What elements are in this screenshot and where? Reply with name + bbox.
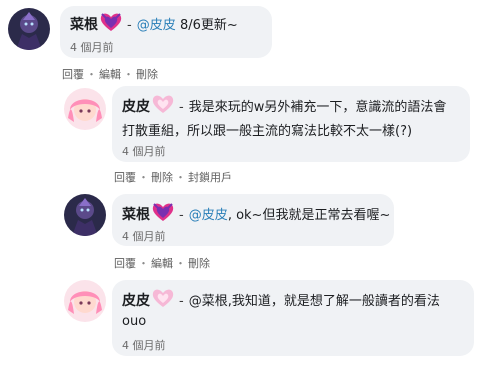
- delete-button[interactable]: 刪除: [136, 68, 158, 81]
- edit-button[interactable]: 編輯: [99, 68, 121, 81]
- reply-button[interactable]: 回覆: [62, 68, 84, 81]
- comment-actions: 回覆・編輯・刪除: [62, 68, 158, 81]
- reply-button[interactable]: 回覆: [114, 257, 136, 270]
- comment-text-continued: ouo: [122, 314, 147, 329]
- comment-actions: 回覆・編輯・刪除: [114, 257, 210, 270]
- timestamp: 4 個月前: [70, 41, 114, 54]
- heart-badge-icon: [151, 94, 175, 118]
- author-name[interactable]: 菜根: [70, 17, 98, 33]
- comment-text: , ok~但我就是正常去看喔~: [227, 208, 391, 223]
- mention-link[interactable]: @皮皮: [137, 18, 176, 33]
- heart-badge-icon: [99, 12, 123, 36]
- comment-text-continued: 打散重組，所以跟一般主流的寫法比較不太一樣(?): [122, 124, 413, 139]
- heart-badge-icon: [151, 288, 175, 312]
- avatar-菜根[interactable]: [8, 8, 50, 50]
- comment-bubble: 皮皮 - @菜根,我知道，就是想了解一般讀者的看法 ouo 4 個月前: [112, 280, 474, 356]
- comment-bubble: 菜根 - @皮皮 8/6更新~ 4 個月前: [60, 6, 272, 58]
- timestamp: 4 個月前: [122, 339, 166, 352]
- avatar-皮皮[interactable]: [64, 280, 106, 322]
- edit-button[interactable]: 編輯: [151, 257, 173, 270]
- comment-text: 我是來玩的w另外補充一下，意識流的語法會: [188, 100, 447, 115]
- timestamp: 4 個月前: [122, 230, 166, 243]
- avatar-菜根[interactable]: [64, 194, 106, 236]
- comment-actions: 回覆・刪除・封鎖用戶: [114, 171, 232, 184]
- comment-bubble: 皮皮 - 我是來玩的w另外補充一下，意識流的語法會 打散重組，所以跟一般主流的寫法…: [112, 86, 470, 162]
- timestamp: 4 個月前: [122, 145, 166, 158]
- author-name[interactable]: 菜根: [122, 207, 150, 223]
- comment-bubble: 菜根 - @皮皮, ok~但我就是正常去看喔~ 4 個月前: [112, 194, 394, 246]
- heart-badge-icon: [151, 202, 175, 226]
- reply-button[interactable]: 回覆: [114, 171, 136, 184]
- delete-button[interactable]: 刪除: [188, 257, 210, 270]
- delete-button[interactable]: 刪除: [151, 171, 173, 184]
- avatar-皮皮[interactable]: [64, 88, 106, 130]
- mention-link[interactable]: @皮皮: [189, 208, 228, 223]
- author-name[interactable]: 皮皮: [122, 99, 150, 115]
- block-user-button[interactable]: 封鎖用戶: [188, 171, 232, 184]
- author-name[interactable]: 皮皮: [122, 293, 150, 309]
- comment-text: 8/6更新~: [175, 18, 238, 33]
- comment-text: @菜根,我知道，就是想了解一般讀者的看法: [188, 294, 440, 309]
